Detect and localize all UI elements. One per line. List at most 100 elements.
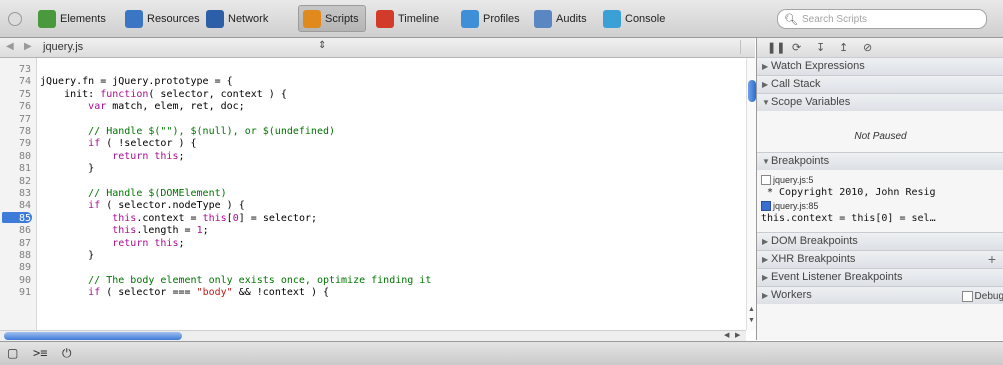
tab-network[interactable]: Network bbox=[206, 6, 268, 31]
code-editor[interactable]: jQuery.fn = jQuery.prototype = { init: f… bbox=[40, 58, 750, 330]
code-token: ; bbox=[202, 225, 209, 237]
horizontal-scroll-thumb[interactable] bbox=[4, 332, 182, 340]
tab-audits[interactable]: Audits bbox=[534, 6, 587, 31]
section-label: Workers bbox=[771, 289, 812, 301]
code-line[interactable]: } bbox=[40, 163, 94, 175]
status-bar: ▢ >≡ ⏻ bbox=[0, 341, 1003, 365]
tab-label: Console bbox=[625, 12, 666, 25]
vertical-scrollbar[interactable]: ▲ ▼ bbox=[746, 58, 756, 330]
code-token: ; bbox=[178, 237, 185, 249]
section-breakpoints[interactable]: ▼Breakpoints bbox=[757, 152, 1003, 170]
line-number[interactable]: 88 bbox=[1, 250, 31, 262]
debugger-sidebar: ❚❚ ⟳ ↧ ↥ ⊘ ▶ Watch Expressions ▶ Call Stack ▼S… bbox=[756, 38, 1003, 340]
tab-scripts[interactable]: Scripts bbox=[298, 5, 366, 32]
tab-label: Network bbox=[228, 12, 269, 25]
line-gutter[interactable]: 73 74 75 76 77 78 79 80 81 82 83 84 85 86 87 88 89 90 91 bbox=[0, 58, 37, 330]
code-line[interactable]: var match, elem, ret, doc; bbox=[40, 101, 245, 113]
tab-profiles[interactable]: Profiles bbox=[461, 6, 520, 31]
tab-resources[interactable]: Resources bbox=[125, 6, 200, 31]
section-event-listener-breakpoints[interactable]: ▶ Event Listener Breakpoints bbox=[757, 268, 1003, 286]
step-into-icon[interactable]: ↧ bbox=[816, 41, 825, 54]
code-line[interactable]: if ( selector === "body" && !context ) { bbox=[40, 287, 329, 299]
code-line[interactable]: this.length = 1; bbox=[40, 225, 209, 237]
line-number[interactable]: 83 bbox=[1, 188, 31, 200]
pause-icon[interactable]: ❚❚ bbox=[767, 41, 785, 54]
section-call-stack[interactable]: ▶ Call Stack bbox=[757, 75, 1003, 93]
section-workers[interactable]: ▶ Workers Debug bbox=[757, 286, 1003, 304]
code-keyword: return this bbox=[112, 237, 179, 249]
console-toggle-icon[interactable]: >≡ bbox=[33, 346, 47, 360]
step-over-icon[interactable]: ⟳ bbox=[792, 41, 801, 54]
tab-elements[interactable]: Elements bbox=[38, 6, 106, 31]
code-line[interactable]: // Handle $(DOMElement) bbox=[40, 188, 226, 200]
breakpoint-location: jquery.js:5 bbox=[773, 175, 814, 185]
checkbox[interactable] bbox=[961, 290, 973, 302]
code-string: "body" bbox=[196, 287, 233, 299]
back-arrow-icon[interactable]: ◀ bbox=[6, 41, 14, 52]
line-number[interactable]: 89 bbox=[1, 262, 31, 274]
line-number[interactable]: 79 bbox=[1, 138, 31, 150]
section-scope-variables[interactable]: ▼Scope Variables bbox=[757, 93, 1003, 111]
dock-icon[interactable]: ▢ bbox=[7, 346, 18, 360]
line-number[interactable]: 78 bbox=[1, 126, 31, 138]
add-xhr-breakpoint-button[interactable]: + bbox=[988, 251, 996, 268]
breakpoint-item[interactable]: jquery.js:5 bbox=[761, 174, 814, 186]
line-number[interactable]: 73 bbox=[1, 64, 31, 76]
code-line[interactable]: if ( selector.nodeType ) { bbox=[40, 200, 245, 212]
line-number[interactable]: 86 bbox=[1, 225, 31, 237]
line-number[interactable]: 84 bbox=[1, 200, 31, 212]
section-dom-breakpoints[interactable]: ▶ DOM Breakpoints bbox=[757, 232, 1003, 250]
search-input[interactable]: 🔍︎ Search Scripts bbox=[777, 9, 987, 29]
code-line[interactable]: return this; bbox=[40, 151, 184, 163]
tab-timeline[interactable]: Timeline bbox=[376, 6, 439, 31]
forward-arrow-icon[interactable]: ▶ bbox=[24, 41, 32, 52]
line-number[interactable]: 74 bbox=[1, 76, 31, 88]
code-line[interactable]: // The body element only exists once, op… bbox=[40, 275, 431, 287]
section-watch-expressions[interactable]: ▶ Watch Expressions bbox=[757, 57, 1003, 75]
file-selector[interactable]: jquery.js bbox=[43, 41, 83, 53]
section-xhr-breakpoints[interactable]: ▶ XHR Breakpoints + bbox=[757, 250, 1003, 268]
workers-debug-checkbox[interactable]: Debug bbox=[961, 288, 1003, 305]
tab-console[interactable]: Console bbox=[603, 6, 665, 31]
line-number[interactable]: 90 bbox=[1, 275, 31, 287]
close-icon[interactable] bbox=[8, 12, 22, 26]
file-dropdown-icon[interactable]: ⇕ bbox=[318, 40, 326, 51]
code-line[interactable]: return this; bbox=[40, 237, 185, 250]
line-number[interactable]: 85 bbox=[1, 213, 31, 225]
tab-label: Resources bbox=[147, 12, 200, 25]
line-number[interactable]: 75 bbox=[1, 89, 31, 101]
line-number[interactable]: 82 bbox=[1, 176, 31, 188]
scroll-right-icon[interactable]: ▶ bbox=[735, 331, 740, 339]
vertical-scroll-thumb[interactable] bbox=[748, 80, 756, 102]
line-number[interactable]: 87 bbox=[1, 238, 31, 250]
code-line[interactable]: // Handle $(""), $(null), or $(undefined… bbox=[40, 126, 335, 138]
deactivate-breakpoints-icon[interactable]: ⊘ bbox=[863, 41, 872, 54]
line-number[interactable]: 91 bbox=[1, 287, 31, 299]
code-keyword: if bbox=[88, 138, 101, 150]
step-out-icon[interactable]: ↥ bbox=[839, 41, 848, 54]
tab-label: Elements bbox=[60, 12, 106, 25]
pause-on-exceptions-icon[interactable]: ⏻ bbox=[62, 346, 72, 361]
horizontal-scrollbar[interactable]: ◀ ▶ bbox=[0, 330, 746, 341]
breakpoint-item[interactable]: jquery.js:85 bbox=[761, 200, 818, 212]
code-line[interactable]: if ( !selector ) { bbox=[40, 138, 196, 150]
disclosure-collapsed-icon: ▶ bbox=[762, 237, 769, 246]
section-label: Scope Variables bbox=[771, 96, 851, 108]
scroll-left-icon[interactable]: ◀ bbox=[724, 331, 729, 339]
line-number[interactable]: 81 bbox=[1, 163, 31, 175]
disclosure-collapsed-icon: ▶ bbox=[762, 255, 769, 264]
scroll-down-icon[interactable]: ▼ bbox=[748, 317, 755, 324]
line-number[interactable]: 80 bbox=[1, 151, 31, 163]
scroll-up-icon[interactable]: ▲ bbox=[748, 306, 755, 313]
breakpoint-checkbox-checked[interactable] bbox=[761, 200, 771, 211]
code-line[interactable]: this.context = this[0] = selector; bbox=[40, 213, 317, 225]
code-line[interactable]: } bbox=[40, 250, 94, 262]
code-line[interactable]: init: function( selector, context ) { bbox=[40, 89, 287, 101]
line-number[interactable]: 77 bbox=[1, 114, 31, 126]
code-line[interactable]: jQuery.fn = jQuery.prototype = { bbox=[40, 76, 233, 88]
breakpoint-checkbox[interactable] bbox=[761, 174, 771, 185]
line-number[interactable]: 76 bbox=[1, 101, 31, 113]
code-token: .length = bbox=[136, 225, 197, 237]
